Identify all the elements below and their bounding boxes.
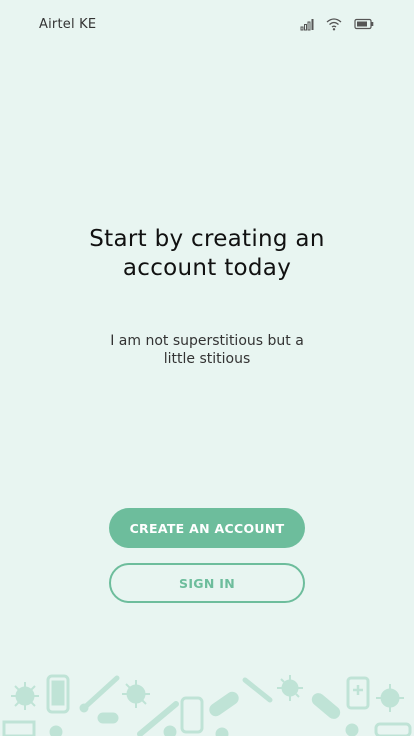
signal-icon — [300, 18, 314, 31]
battery-icon — [354, 18, 374, 30]
sign-in-button[interactable]: SIGN IN — [109, 563, 305, 603]
virus-icon — [122, 680, 150, 708]
page-title-line: account today — [122, 255, 292, 281]
first-aid-icon — [346, 676, 370, 710]
wifi-icon — [326, 17, 342, 31]
create-account-button[interactable]: CREATE AN ACCOUNT — [109, 508, 305, 548]
page-title: Start by creating an account today — [0, 225, 414, 283]
medical-pattern-footer — [0, 668, 414, 736]
status-icons — [300, 17, 374, 31]
pill-icon — [180, 696, 204, 734]
pill-icon — [311, 693, 341, 719]
carrier-name: Airtel KE — [39, 17, 97, 32]
page-subtitle-line: little stitious — [163, 351, 251, 367]
pill-icon — [209, 691, 239, 717]
page-title-line: Start by creating an — [89, 226, 325, 252]
syringe-icon — [242, 677, 273, 703]
virus-icon — [277, 675, 303, 701]
page-subtitle-line: I am not superstitious but a — [110, 333, 304, 349]
page-subtitle: I am not superstitious but a little stit… — [97, 332, 317, 368]
virus-icon — [376, 684, 404, 712]
phone-icon — [46, 674, 70, 714]
status-bar: Airtel KE — [0, 0, 414, 50]
thermometer-icon — [79, 675, 120, 713]
virus-icon — [11, 682, 39, 710]
